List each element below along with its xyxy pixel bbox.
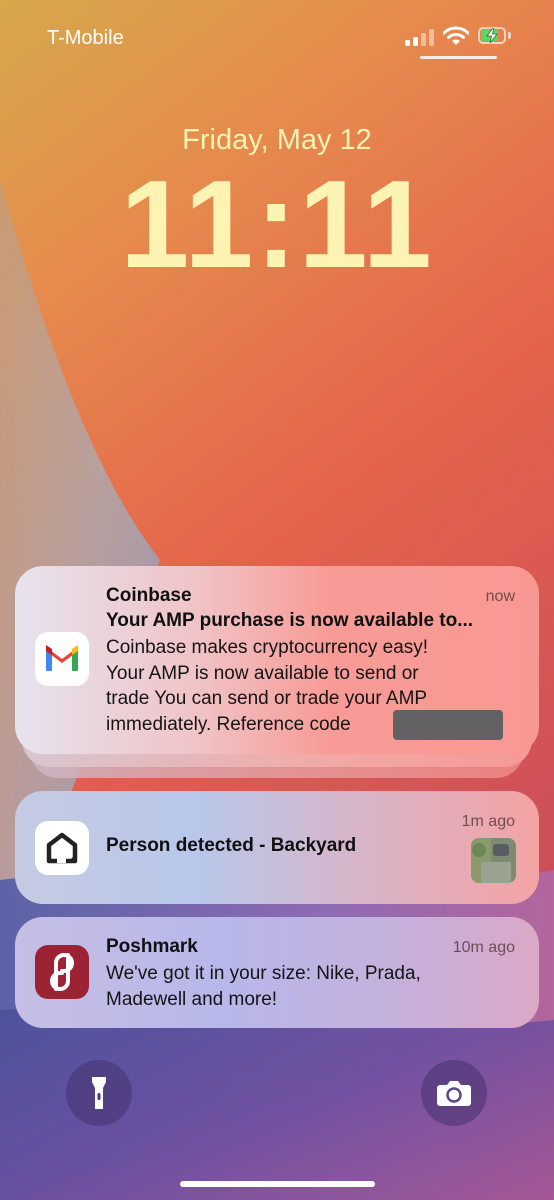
notification-poshmark[interactable]: Poshmark 10m ago We've got it in your si…: [15, 917, 539, 1028]
carrier-label: T-Mobile: [47, 27, 124, 49]
notification-title: Coinbase: [106, 585, 192, 606]
control-center-indicator[interactable]: [420, 56, 497, 59]
notification-body-line: immediately. Reference code: [106, 713, 351, 735]
lock-time: 11:11: [120, 156, 434, 294]
notification-home[interactable]: Person detected - Backyard 1m ago: [15, 791, 539, 904]
camera-button[interactable]: [421, 1060, 487, 1126]
notification-body-line: Your AMP is now available to send or: [106, 662, 419, 684]
notification-body-line: We've got it in your size: Nike, Prada,: [106, 963, 421, 984]
camera-snapshot-thumbnail: [471, 838, 516, 883]
flashlight-button[interactable]: [66, 1060, 132, 1126]
cellular-signal-icon: [405, 28, 435, 46]
gmail-icon: [35, 632, 89, 686]
camera-icon: [437, 1081, 471, 1106]
wifi-icon: [442, 25, 470, 47]
notification-body-line: trade You can send or trade your AMP: [106, 688, 428, 709]
home-app-icon: [35, 821, 89, 875]
notification-body-line: Coinbase makes cryptocurrency easy!: [106, 637, 429, 658]
redaction-box: [393, 710, 503, 740]
poshmark-icon: [35, 945, 89, 999]
lock-date: Friday, May 12: [182, 124, 372, 156]
notification-title: Person detected - Backyard: [106, 835, 357, 856]
notification-gmail[interactable]: Coinbase now Your AMP purchase is now av…: [15, 566, 539, 754]
notification-time: now: [485, 588, 515, 605]
home-indicator[interactable]: [180, 1181, 375, 1187]
notification-time: 1m ago: [461, 813, 515, 830]
notification-time: 10m ago: [452, 939, 515, 956]
notification-title: Poshmark: [106, 936, 198, 957]
battery-charging-icon: [478, 27, 511, 45]
notification-body-line: Madewell and more!: [106, 988, 278, 1010]
notification-subject: Your AMP purchase is now available to...: [106, 610, 474, 631]
status-bar: T-Mobile: [0, 0, 554, 80]
flashlight-icon: [92, 1077, 106, 1109]
